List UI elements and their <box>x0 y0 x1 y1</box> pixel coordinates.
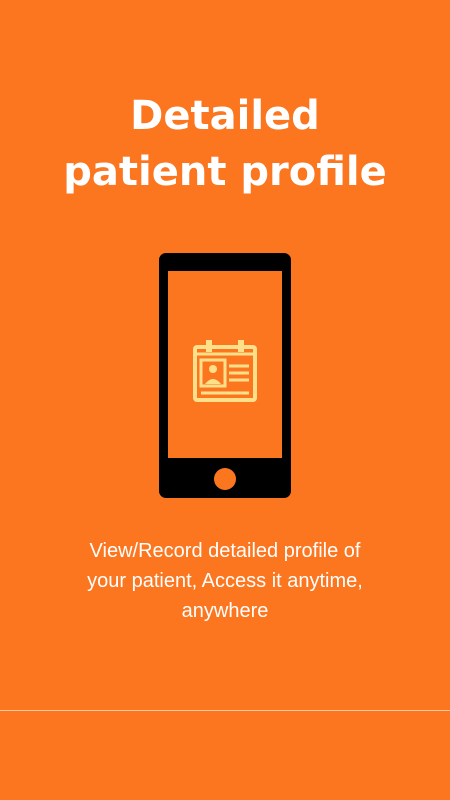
description-line-2: your patient, Access it anytime, <box>87 570 363 592</box>
title-line-2: patient profile <box>63 149 387 195</box>
onboarding-screen: Detailed patient profile View/Record det… <box>0 0 450 800</box>
feature-description: View/Record detailed profile of your pat… <box>30 536 420 626</box>
bottom-bar <box>0 711 450 800</box>
phone-home-button <box>214 468 236 490</box>
phone-illustration-icon <box>159 253 291 498</box>
description-line-3: anywhere <box>181 600 269 622</box>
page-title: Detailed patient profile <box>0 88 450 200</box>
description-line-1: View/Record detailed profile of <box>89 540 361 562</box>
title-line-1: Detailed <box>130 93 320 139</box>
